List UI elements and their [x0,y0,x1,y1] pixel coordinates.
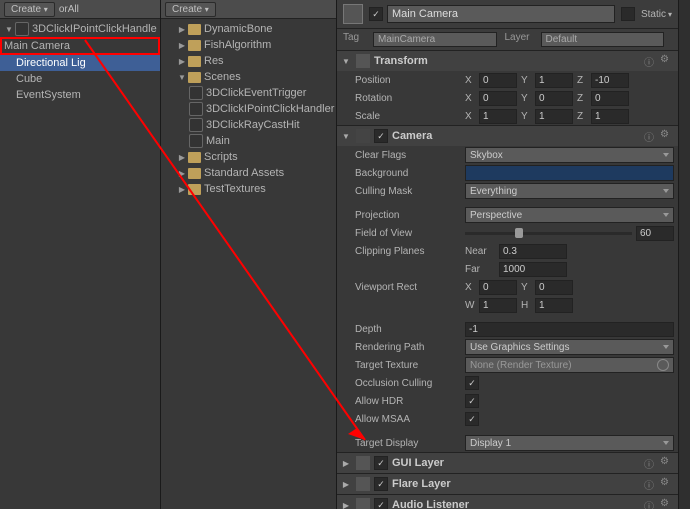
camera-enable-checkbox[interactable]: ✓ [374,129,388,143]
help-icon[interactable]: ⓘ [644,129,658,143]
folder-res[interactable]: ▶Res [161,53,336,69]
msaa-checkbox[interactable]: ✓ [465,412,479,426]
layer-label: Layer [505,32,541,47]
fov-slider[interactable] [465,232,632,235]
near-field[interactable] [499,244,567,259]
transform-component: ▼Transformⓘ⚙ PositionXYZ RotationXYZ Sca… [337,51,678,126]
clear-flags-dropdown[interactable]: Skybox [465,147,674,163]
create-button[interactable]: Create ▾ [4,2,55,17]
audio-listener-icon [356,498,370,509]
pos-z-field[interactable] [591,73,629,88]
inspector-scrollbar[interactable] [678,0,690,509]
help-icon[interactable]: ⓘ [644,477,658,491]
render-path-dropdown[interactable]: Use Graphics Settings [465,339,674,355]
project-panel: Create ▾ ▶DynamicBone ▶FishAlgorithm ▶Re… [161,0,337,509]
project-toolbar: Create ▾ [161,0,336,19]
gear-icon[interactable]: ⚙ [660,498,674,509]
hierarchy-tree: ▼3DClickIPointClickHandle Main Camera Di… [0,19,160,509]
target-texture-field[interactable]: None (Render Texture) [465,357,674,373]
help-icon[interactable]: ⓘ [644,54,658,68]
occlusion-checkbox[interactable]: ✓ [465,376,479,390]
tag-layer-row: Tag MainCamera Layer Default [337,29,678,51]
viewport-h-field[interactable] [535,298,573,313]
inspector-header: ✓ Static ▾ [337,0,678,29]
gear-icon[interactable]: ⚙ [660,54,674,68]
gui-layer-icon [356,456,370,470]
hierarchy-item-directional-light[interactable]: Directional Lig [0,55,160,71]
tag-label: Tag [343,32,373,47]
viewport-y-field[interactable] [535,280,573,295]
gameobject-name-field[interactable] [387,5,615,23]
background-color-field[interactable] [465,165,674,181]
hdr-checkbox[interactable]: ✓ [465,394,479,408]
flare-layer-component[interactable]: ▶✓Flare Layerⓘ⚙ [337,474,678,494]
target-display-dropdown[interactable]: Display 1 [465,435,674,451]
scene-3dclick-ipointclick[interactable]: 3DClickIPointClickHandler [161,101,336,117]
help-icon[interactable]: ⓘ [644,498,658,509]
scene-3dclick-raycast[interactable]: 3DClickRayCastHit [161,117,336,133]
hierarchy-item-main-camera[interactable]: Main Camera [0,37,160,55]
transform-icon [356,54,370,68]
gameobject-active-checkbox[interactable]: ✓ [369,7,383,21]
folder-testtex[interactable]: ▶TestTextures [161,181,336,197]
culling-mask-dropdown[interactable]: Everything [465,183,674,199]
flare-layer-icon [356,477,370,491]
far-field[interactable] [499,262,567,277]
scene-3dclick-eventtrigger[interactable]: 3DClickEventTrigger [161,85,336,101]
folder-dynamicbone[interactable]: ▶DynamicBone [161,21,336,37]
folder-scenes[interactable]: ▼Scenes [161,69,336,85]
rot-z-field[interactable] [591,91,629,106]
static-checkbox[interactable] [621,7,635,21]
pos-y-field[interactable] [535,73,573,88]
hierarchy-scene-root[interactable]: ▼3DClickIPointClickHandle [0,21,160,37]
gear-icon[interactable]: ⚙ [660,456,674,470]
static-label: Static [641,9,666,20]
hierarchy-item-eventsystem[interactable]: EventSystem [0,87,160,103]
pos-x-field[interactable] [479,73,517,88]
projection-dropdown[interactable]: Perspective [465,207,674,223]
project-create-button[interactable]: Create ▾ [165,2,216,17]
viewport-w-field[interactable] [479,298,517,313]
hierarchy-toolbar: Create ▾ orAll [0,0,160,19]
folder-fishalgo[interactable]: ▶FishAlgorithm [161,37,336,53]
camera-icon [356,129,370,143]
layer-dropdown[interactable]: Default [541,32,665,47]
hierarchy-item-cube[interactable]: Cube [0,71,160,87]
depth-field[interactable] [465,322,674,337]
scale-z-field[interactable] [591,109,629,124]
hierarchy-panel: Create ▾ orAll ▼3DClickIPointClickHandle… [0,0,161,509]
inspector-panel: ✓ Static ▾ Tag MainCamera Layer Default … [337,0,678,509]
scale-y-field[interactable] [535,109,573,124]
fov-field[interactable] [636,226,674,241]
rot-y-field[interactable] [535,91,573,106]
help-icon[interactable]: ⓘ [644,456,658,470]
project-tree: ▶DynamicBone ▶FishAlgorithm ▶Res ▼Scenes… [161,19,336,509]
gui-layer-component[interactable]: ▶✓GUI Layerⓘ⚙ [337,453,678,473]
camera-component: ▼✓Cameraⓘ⚙ Clear FlagsSkybox Background … [337,126,678,453]
folder-standard[interactable]: ▶Standard Assets [161,165,336,181]
gameobject-icon [343,4,363,24]
tag-dropdown[interactable]: MainCamera [373,32,497,47]
folder-scripts[interactable]: ▶Scripts [161,149,336,165]
scale-x-field[interactable] [479,109,517,124]
scene-main[interactable]: Main [161,133,336,149]
rot-x-field[interactable] [479,91,517,106]
gear-icon[interactable]: ⚙ [660,477,674,491]
audio-listener-component[interactable]: ▶✓Audio Listenerⓘ⚙ [337,495,678,509]
gear-icon[interactable]: ⚙ [660,129,674,143]
all-filter[interactable]: orAll [59,4,79,15]
viewport-x-field[interactable] [479,280,517,295]
